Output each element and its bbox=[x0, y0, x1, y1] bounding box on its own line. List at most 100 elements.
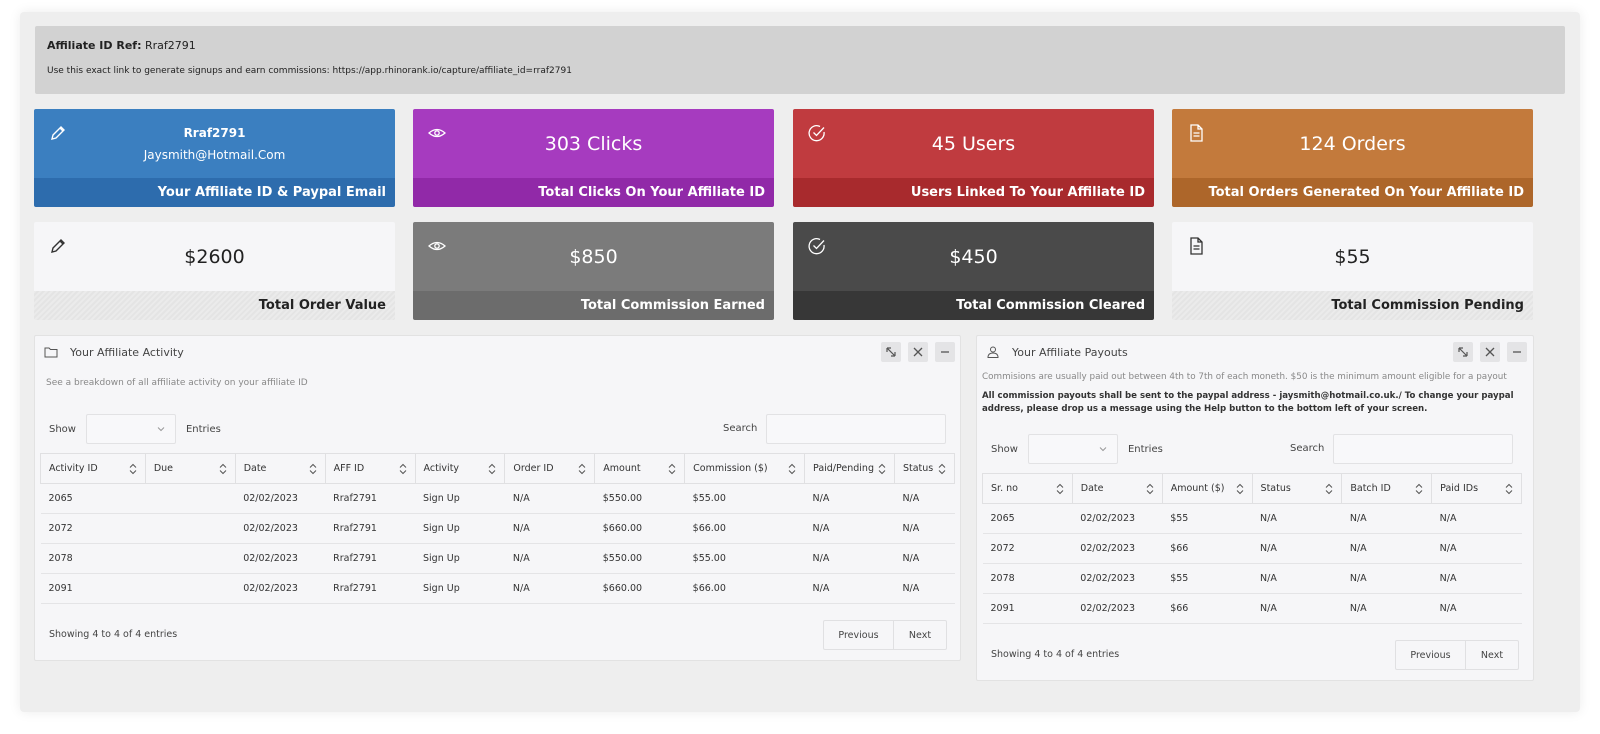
sort-icon bbox=[878, 463, 886, 475]
next-button[interactable]: Next bbox=[894, 621, 946, 649]
card-commission-pending: $55 Total Commission Pending bbox=[1172, 222, 1533, 320]
search-input[interactable] bbox=[1333, 434, 1513, 464]
column-header[interactable]: Status bbox=[893, 453, 956, 484]
close-button[interactable] bbox=[1480, 342, 1500, 362]
minimize-button[interactable] bbox=[935, 342, 955, 362]
table-row: 2078 02/02/2023 $55 N/A N/A N/A bbox=[982, 563, 1522, 594]
expand-button[interactable] bbox=[881, 342, 901, 362]
user-icon bbox=[987, 346, 999, 358]
table-cell: 2065 bbox=[982, 503, 1073, 534]
table-cell: N/A bbox=[1341, 563, 1432, 594]
column-header-label: Due bbox=[153, 463, 174, 474]
search-label: Search bbox=[1290, 443, 1325, 454]
show-label: Show bbox=[991, 443, 1018, 455]
column-header[interactable]: Status bbox=[1251, 473, 1343, 504]
table-cell: 02/02/2023 bbox=[1072, 533, 1163, 564]
pagination: Previous Next bbox=[823, 620, 947, 650]
column-header[interactable]: Sr. no bbox=[982, 473, 1073, 504]
entries-select[interactable] bbox=[85, 414, 176, 444]
column-header[interactable]: Commission ($) bbox=[684, 453, 806, 484]
table-cell: $55.00 bbox=[684, 543, 805, 574]
entries-label: Entries bbox=[185, 423, 221, 435]
card-value: $850 bbox=[569, 245, 618, 268]
card-caption: Total Commission Earned bbox=[413, 291, 774, 320]
column-header-label: AFF ID bbox=[333, 463, 365, 474]
column-header-label: Amount ($) bbox=[1170, 483, 1225, 494]
close-button[interactable] bbox=[908, 342, 928, 362]
table-cell: 2072 bbox=[982, 533, 1073, 564]
affiliate-payouts-panel: Your Affiliate Payouts Commisions are us… bbox=[976, 335, 1534, 681]
card-caption: Total Order Value bbox=[34, 291, 395, 320]
card-value: $55 bbox=[1334, 245, 1371, 268]
sort-icon bbox=[489, 463, 496, 475]
column-header[interactable]: Order ID bbox=[504, 453, 596, 484]
column-header[interactable]: AFF ID bbox=[324, 453, 416, 484]
table-cell: 02/02/2023 bbox=[1072, 593, 1163, 624]
column-header[interactable]: Activity bbox=[414, 453, 506, 484]
close-icon bbox=[1485, 347, 1495, 357]
table-cell: 2091 bbox=[40, 573, 146, 604]
card-total-orders: 124 Orders Total Orders Generated On You… bbox=[1172, 109, 1533, 207]
column-header-label: Activity bbox=[423, 463, 460, 474]
column-header[interactable]: Paid/Pending bbox=[804, 453, 895, 484]
column-header[interactable]: Paid IDs bbox=[1431, 473, 1522, 504]
minimize-button[interactable] bbox=[1507, 342, 1527, 362]
column-header[interactable]: Date bbox=[1071, 473, 1163, 504]
panel-header: Your Affiliate Payouts bbox=[977, 336, 1533, 368]
affiliate-id-value: Rraf2791 bbox=[183, 125, 246, 140]
column-header[interactable]: Amount ($) bbox=[1161, 473, 1253, 504]
table-info: Showing 4 to 4 of 4 entries bbox=[991, 649, 1120, 660]
payouts-table: Sr. no Date Amount ($) Status Batch ID Paid I… bbox=[982, 473, 1522, 624]
table-cell: $550.00 bbox=[594, 543, 685, 574]
affiliate-ref-line: Affiliate ID Ref: Rraf2791 bbox=[47, 39, 1553, 52]
table-cell: 02/02/2023 bbox=[235, 483, 326, 514]
column-header[interactable]: Batch ID bbox=[1341, 473, 1433, 504]
table-cell: N/A bbox=[1341, 533, 1432, 564]
expand-button[interactable] bbox=[1453, 342, 1473, 362]
column-header-label: Activity ID bbox=[49, 463, 98, 474]
column-header[interactable]: Due bbox=[144, 453, 236, 484]
next-button[interactable]: Next bbox=[1466, 641, 1518, 669]
entries-select[interactable] bbox=[1027, 434, 1118, 464]
table-cell: 02/02/2023 bbox=[235, 513, 326, 544]
table-cell: 02/02/2023 bbox=[235, 543, 326, 574]
table-cell: Sign Up bbox=[415, 513, 505, 544]
previous-button[interactable]: Previous bbox=[1396, 641, 1466, 669]
affiliate-ref-value: Rraf2791 bbox=[144, 39, 196, 52]
table-cell: $550.00 bbox=[594, 483, 685, 514]
search-input[interactable] bbox=[766, 414, 946, 444]
panel-header: Your Affiliate Activity bbox=[35, 336, 960, 368]
table-cell: N/A bbox=[1252, 503, 1342, 534]
table-row: 2078 02/02/2023 Rraf2791 Sign Up N/A $550.00 $… bbox=[40, 543, 955, 574]
card-commission-earned: $850 Total Commission Earned bbox=[413, 222, 774, 320]
card-users-linked: 45 Users Users Linked To Your Affiliate … bbox=[793, 109, 1154, 207]
table-cell: N/A bbox=[504, 543, 595, 574]
table-cell: N/A bbox=[804, 573, 895, 604]
table-cell: N/A bbox=[504, 513, 595, 544]
table-cell: $66 bbox=[1162, 533, 1253, 564]
table-cell: $66.00 bbox=[684, 513, 805, 544]
table-cell: Sign Up bbox=[415, 543, 505, 574]
card-caption: Total Commission Pending bbox=[1172, 291, 1533, 320]
table-cell: Rraf2791 bbox=[325, 543, 416, 574]
column-header-label: Date bbox=[1080, 483, 1104, 494]
column-header-label: Sr. no bbox=[991, 483, 1018, 494]
check-circle-icon bbox=[808, 238, 825, 255]
column-header[interactable]: Activity ID bbox=[40, 453, 146, 484]
show-entries-control: Show Entries bbox=[991, 434, 1163, 464]
column-header-label: Paid IDs bbox=[1440, 483, 1479, 494]
sort-icon bbox=[668, 463, 676, 475]
pencil-icon[interactable] bbox=[48, 123, 68, 143]
sort-icon bbox=[399, 463, 406, 475]
sort-icon bbox=[1415, 483, 1423, 495]
affiliate-link-text[interactable]: Use this exact link to generate signups … bbox=[47, 66, 1553, 76]
card-value: 303 Clicks bbox=[544, 132, 643, 155]
search-label: Search bbox=[723, 423, 758, 434]
card-caption: Total Orders Generated On Your Affiliate… bbox=[1172, 178, 1533, 207]
previous-button[interactable]: Previous bbox=[824, 621, 894, 649]
pencil-icon bbox=[51, 239, 65, 253]
column-header[interactable]: Amount bbox=[594, 453, 686, 484]
table-cell: $55.00 bbox=[684, 483, 805, 514]
card-caption: Total Commission Cleared bbox=[793, 291, 1154, 320]
column-header[interactable]: Date bbox=[234, 453, 326, 484]
